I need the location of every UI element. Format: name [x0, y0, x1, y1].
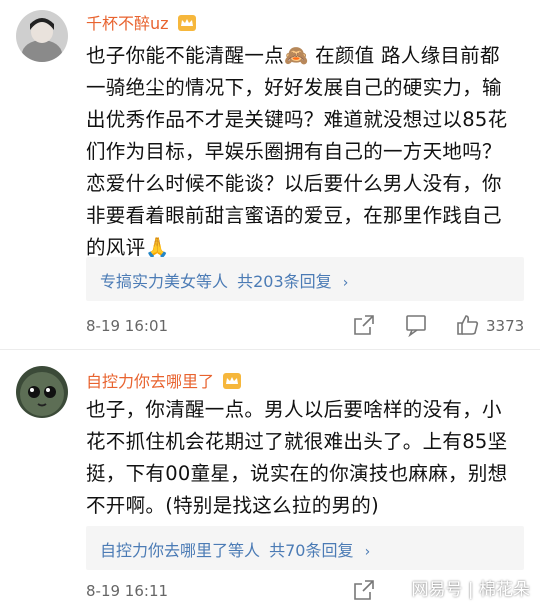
watermark: 网易号 | 棉花朵	[411, 580, 530, 600]
comment-meta: 8-19 16:01 3373	[86, 313, 526, 341]
like-count: 3373	[486, 317, 525, 335]
reply-names: 专搞实力美女等人	[100, 272, 229, 291]
username[interactable]: 自控力你去哪里了	[86, 368, 242, 392]
reply-count: 共70条回复	[269, 541, 354, 560]
reply-count: 共203条回复	[237, 272, 332, 291]
share-icon[interactable]	[352, 313, 376, 337]
thumbs-up-icon[interactable]	[456, 313, 480, 337]
divider	[0, 349, 540, 350]
reply-summary[interactable]: 专搞实力美女等人 共203条回复 ›	[86, 257, 524, 301]
reply-names: 自控力你去哪里了等人	[100, 541, 261, 560]
share-icon[interactable]	[352, 578, 376, 602]
username[interactable]: 千杯不醉uz	[86, 10, 196, 34]
comment-item: 千杯不醉uz 也子你能不能清醒一点🙈 在颜值 路人缘目前都一骑绝尘的情况下，好好…	[0, 0, 540, 350]
reply-summary[interactable]: 自控力你去哪里了等人 共70条回复 ›	[86, 526, 524, 570]
comment-icon[interactable]	[404, 313, 428, 338]
comment-item: 自控力你去哪里了 也子，你清醒一点。男人以后要啥样的没有，小花不抓住机会花期过了…	[0, 352, 540, 608]
crown-badge-icon	[177, 15, 196, 31]
avatar[interactable]	[16, 366, 68, 418]
chevron-right-icon: ›	[364, 544, 371, 560]
crown-badge-icon	[223, 373, 242, 389]
timestamp: 8-19 16:11	[86, 582, 169, 600]
timestamp: 8-19 16:01	[86, 317, 169, 335]
avatar[interactable]	[16, 10, 68, 62]
chevron-right-icon: ›	[342, 275, 349, 291]
comment-text: 也子，你清醒一点。男人以后要啥样的没有，小花不抓住机会花期过了就很难出头了。上有…	[86, 398, 508, 517]
comment-text: 也子你能不能清醒一点🙈 在颜值 路人缘目前都一骑绝尘的情况下，好好发展自己的硬实…	[86, 44, 508, 259]
